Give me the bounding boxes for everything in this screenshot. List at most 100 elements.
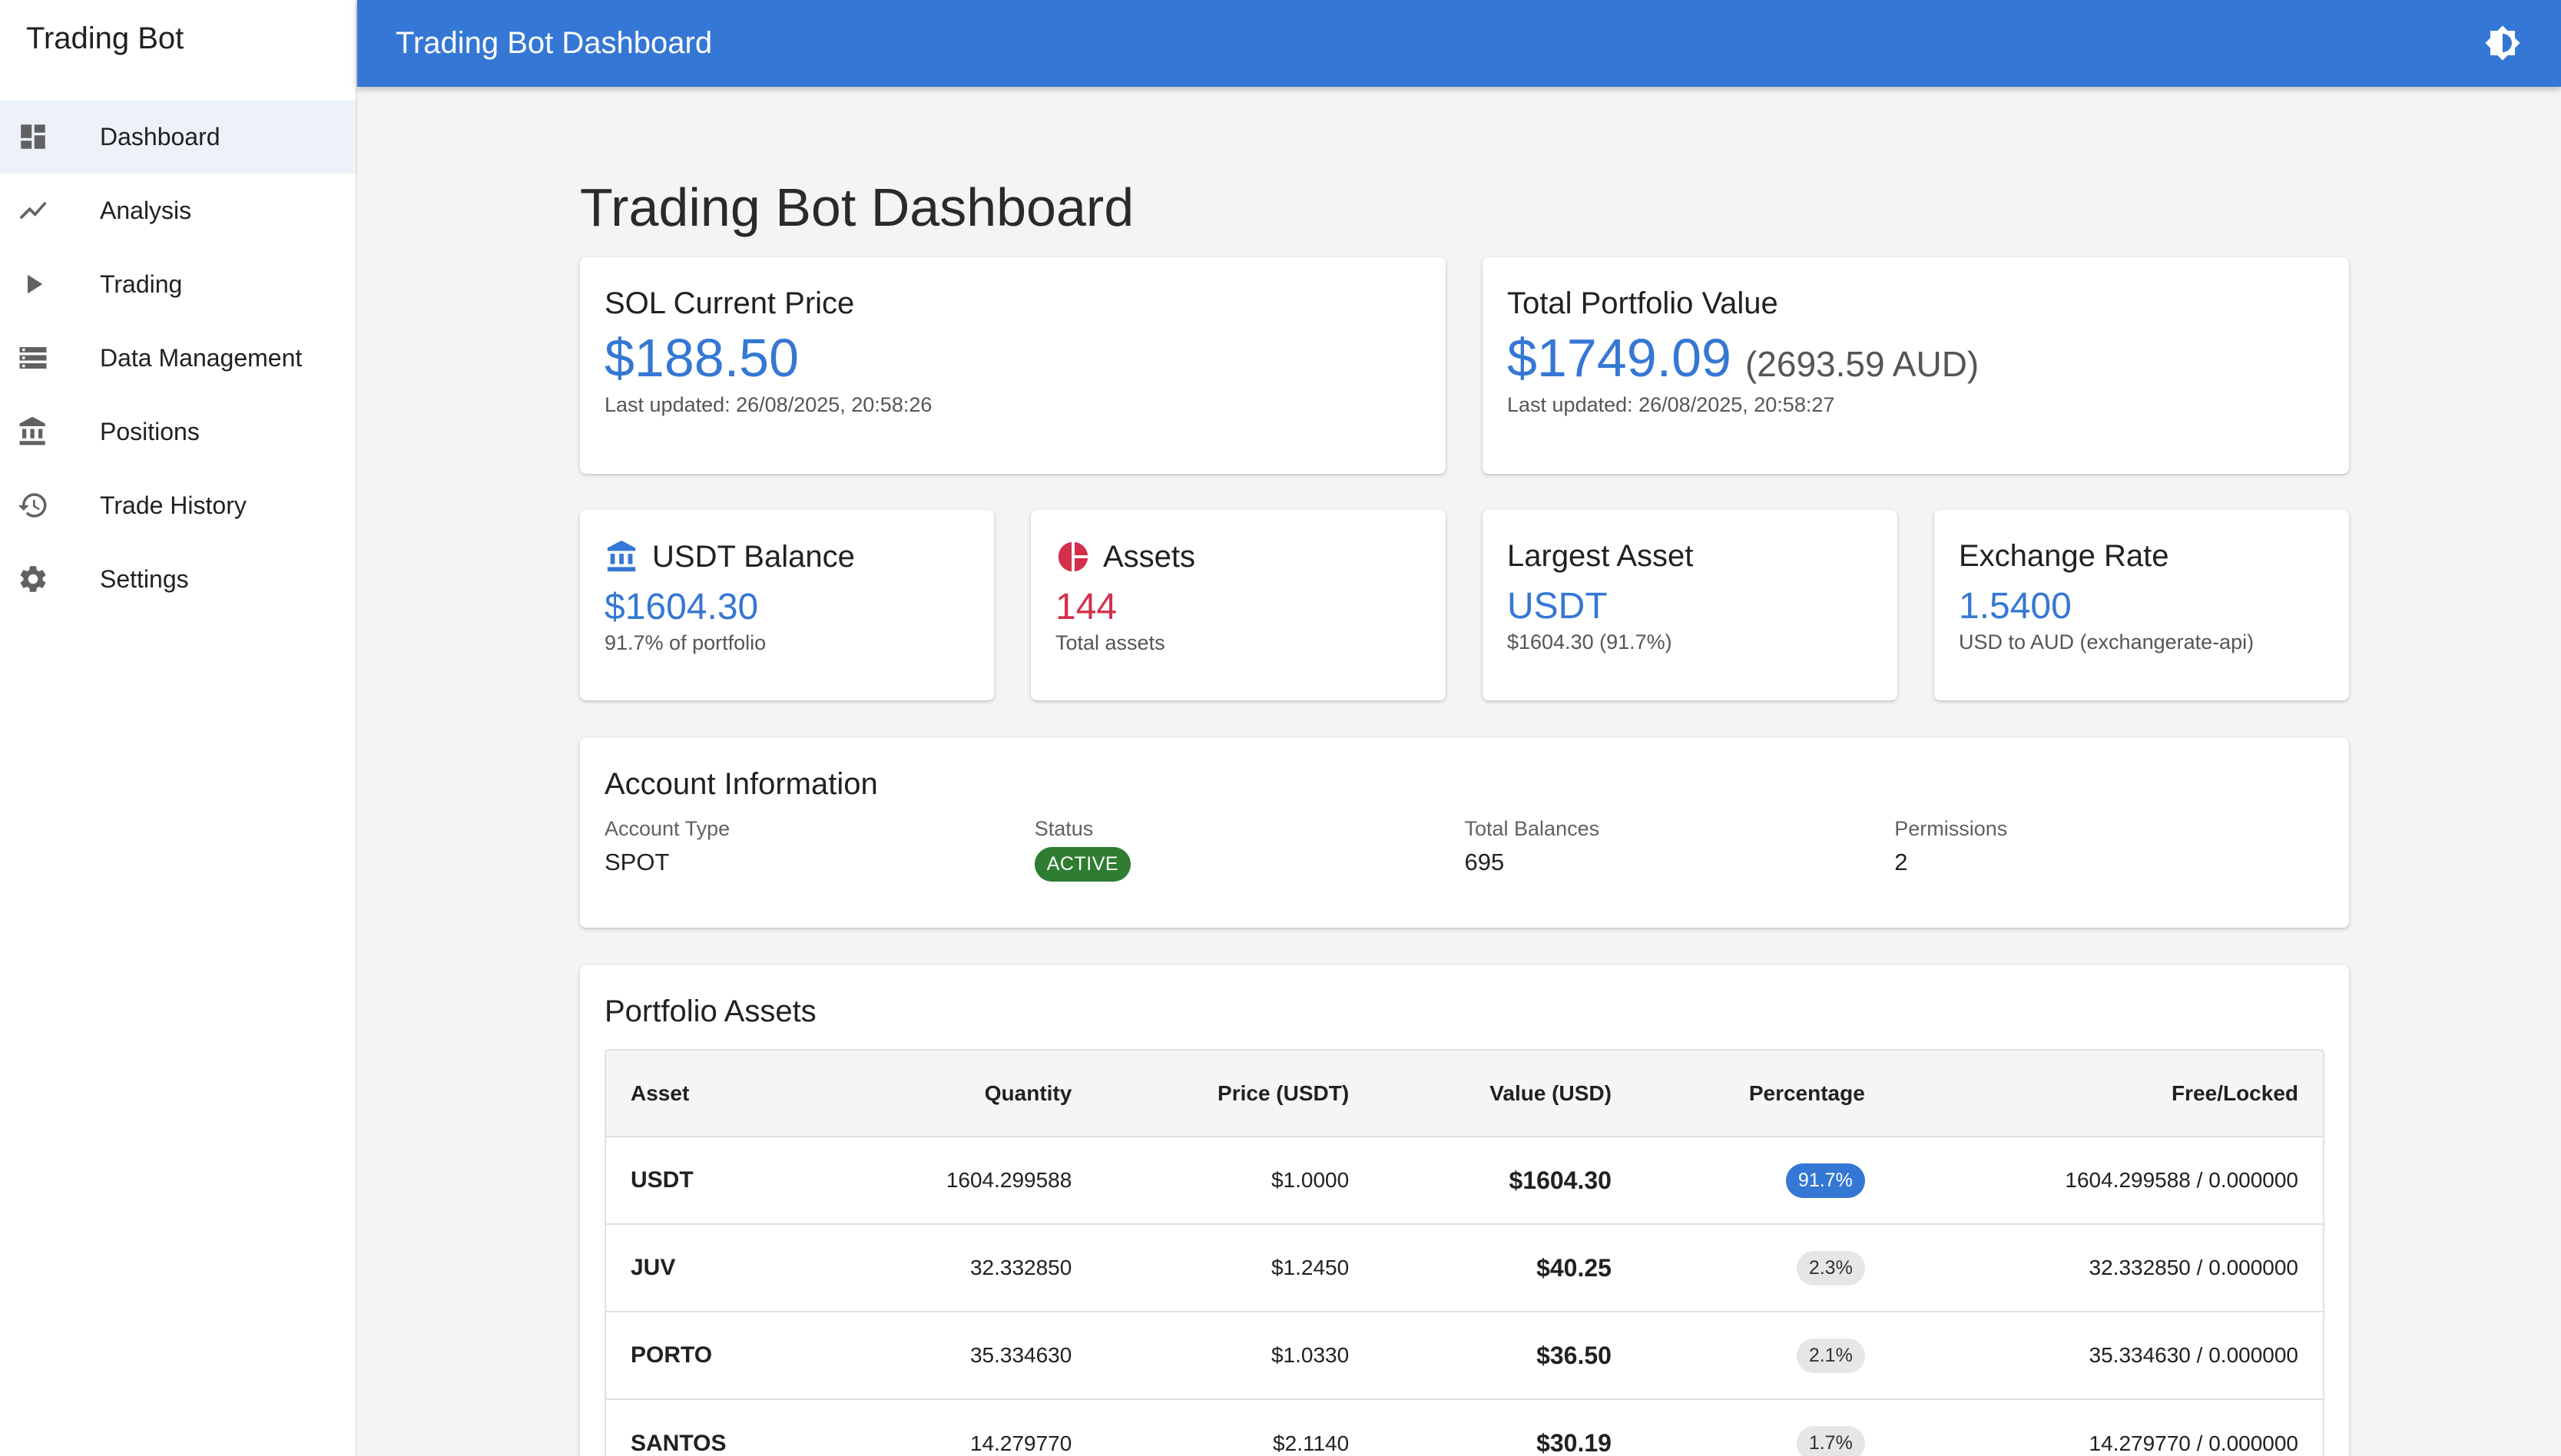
history-icon [0, 489, 100, 521]
status-badge: ACTIVE [1034, 847, 1131, 882]
cell-percentage: 1.7% [1635, 1398, 1890, 1456]
sidebar-item-dashboard[interactable]: Dashboard [0, 100, 356, 174]
sidebar-item-label: Positions [100, 417, 200, 445]
column-header-free-locked[interactable]: Free/Locked [1889, 1051, 2323, 1137]
cell-price: $2.1140 [1096, 1398, 1374, 1456]
sidebar-item-label: Trade History [100, 491, 247, 519]
cell-value: $1604.30 [1373, 1136, 1636, 1224]
sidebar-item-trade-history[interactable]: Trade History [0, 468, 356, 542]
percentage-chip: 2.3% [1796, 1250, 1865, 1286]
gear-icon [0, 563, 100, 595]
card-title: Exchange Rate [1959, 539, 2169, 573]
permissions-field: Permissions 2 [1894, 817, 2324, 882]
sidebar-item-trading[interactable]: Trading [0, 247, 356, 321]
sidebar-item-label: Analysis [100, 196, 192, 224]
portfolio-value-card: Total Portfolio Value $1749.09 (2693.59 … [1483, 257, 2349, 474]
portfolio-value: $1749.09 [1507, 328, 1731, 388]
field-label: Total Balances [1464, 817, 1600, 840]
pie-chart-icon [1058, 541, 1088, 572]
total-balances-field: Total Balances 695 [1465, 817, 1895, 882]
field-value: 695 [1464, 849, 1505, 875]
brand-title: Trading Bot [26, 21, 184, 55]
sidebar-item-label: Dashboard [100, 122, 220, 151]
main-content: Trading Bot Dashboard [580, 87, 2350, 242]
assets-table-container: Asset Quantity Price (USDT) Value (USD) … [605, 1049, 2324, 1456]
cell-percentage: 2.1% [1635, 1311, 1890, 1399]
page-title: Trading Bot Dashboard [580, 177, 1135, 237]
status-field: Status ACTIVE [1034, 817, 1465, 882]
sidebar-item-settings[interactable]: Settings [0, 542, 356, 616]
card-title-row: USDT Balance [605, 539, 969, 574]
dashboard-icon [0, 121, 100, 153]
card-title: USDT Balance [652, 539, 855, 574]
storage-icon [0, 342, 100, 374]
cell-price: $1.0330 [1096, 1311, 1374, 1399]
assets-card: Assets 144 Total assets [1031, 510, 1446, 700]
cell-value: $30.19 [1373, 1398, 1636, 1456]
cell-free-locked: 32.332850 / 0.000000 [1889, 1223, 2323, 1312]
sidebar-item-analysis[interactable]: Analysis [0, 174, 356, 247]
field-label: Account Type [605, 817, 731, 840]
sol-price-value: $188.50 [605, 328, 800, 388]
cell-quantity: 32.332850 [828, 1223, 1097, 1312]
cell-price: $1.0000 [1096, 1136, 1374, 1224]
assets-count-value: 144 [1055, 587, 1118, 627]
percentage-chip: 2.1% [1796, 1338, 1865, 1373]
cell-quantity: 14.279770 [828, 1398, 1097, 1456]
column-header-quantity[interactable]: Quantity [828, 1051, 1097, 1137]
sidebar-item-positions[interactable]: Positions [0, 395, 356, 468]
usdt-balance-sub: 91.7% of portfolio [605, 631, 767, 654]
card-title-row: Assets [1055, 539, 1421, 574]
largest-asset-card: Largest Asset USDT $1604.30 (91.7%) [1483, 510, 1897, 700]
sidebar-item-label: Settings [100, 564, 189, 593]
table-row[interactable]: PORTO 35.334630 $1.0330 $36.50 2.1% 35.3… [606, 1311, 2323, 1399]
exchange-rate-value: 1.5400 [1959, 586, 2072, 627]
sidebar-item-data-management[interactable]: Data Management [0, 321, 356, 395]
account-info-card: Account Information Account Type SPOT St… [580, 738, 2349, 928]
cell-percentage: 2.3% [1635, 1223, 1890, 1312]
card-title: Account Information [605, 767, 878, 801]
table-header-row: Asset Quantity Price (USDT) Value (USD) … [606, 1051, 2323, 1137]
portfolio-assets-card: Portfolio Assets Asset Quantity Price (U… [580, 965, 2349, 1456]
bank-icon [0, 415, 100, 448]
exchange-rate-card: Exchange Rate 1.5400 USD to AUD (exchang… [1934, 510, 2349, 700]
cell-asset: PORTO [606, 1311, 829, 1399]
usdt-balance-card: USDT Balance $1604.30 91.7% of portfolio [580, 510, 994, 700]
field-label: Status [1034, 817, 1094, 840]
table-row[interactable]: USDT 1604.299588 $1.0000 $1604.30 91.7% … [606, 1136, 2323, 1224]
table-row[interactable]: SANTOS 14.279770 $2.1140 $30.19 1.7% 14.… [606, 1398, 2323, 1456]
cell-asset: USDT [606, 1136, 829, 1224]
usdt-balance-value: $1604.30 [605, 587, 759, 627]
card-title: Largest Asset [1507, 539, 1694, 573]
cell-quantity: 35.334630 [828, 1311, 1097, 1399]
field-label: Permissions [1894, 817, 2008, 840]
theme-toggle-button[interactable] [2481, 22, 2524, 65]
top-app-bar: Trading Bot Dashboard [357, 0, 2561, 87]
cell-quantity: 1604.299588 [828, 1136, 1097, 1224]
account-type-field: Account Type SPOT [605, 817, 1035, 882]
percentage-chip: 1.7% [1796, 1426, 1865, 1456]
column-header-price[interactable]: Price (USDT) [1096, 1051, 1374, 1137]
portfolio-value-row: $1749.09 (2693.59 AUD) [1507, 327, 2324, 389]
portfolio-last-updated: Last updated: 26/08/2025, 20:58:27 [1507, 393, 1835, 416]
cell-percentage: 91.7% [1635, 1136, 1890, 1224]
column-header-percentage[interactable]: Percentage [1635, 1051, 1890, 1137]
column-header-value[interactable]: Value (USD) [1373, 1051, 1636, 1137]
percentage-chip: 91.7% [1785, 1163, 1865, 1198]
topbar-title: Trading Bot Dashboard [396, 26, 713, 60]
card-title-row: Largest Asset [1507, 539, 1873, 574]
sidebar-item-label: Trading [100, 270, 183, 298]
field-value: 2 [1894, 849, 1908, 875]
sidebar: Trading Bot Dashboard Analysis Trading D… [0, 0, 357, 1456]
cell-free-locked: 1604.299588 / 0.000000 [1889, 1136, 2323, 1224]
largest-asset-sub: $1604.30 (91.7%) [1507, 630, 1672, 654]
assets-sub: Total assets [1055, 631, 1165, 654]
sol-price-card: SOL Current Price $188.50 Last updated: … [580, 257, 1446, 474]
cell-free-locked: 35.334630 / 0.000000 [1889, 1311, 2323, 1399]
cell-value: $36.50 [1373, 1311, 1636, 1399]
bank-icon [607, 540, 636, 572]
column-header-asset[interactable]: Asset [606, 1051, 829, 1137]
table-row[interactable]: JUV 32.332850 $1.2450 $40.25 2.3% 32.332… [606, 1223, 2323, 1312]
cell-value: $40.25 [1373, 1223, 1636, 1312]
largest-asset-value: USDT [1507, 586, 1608, 627]
